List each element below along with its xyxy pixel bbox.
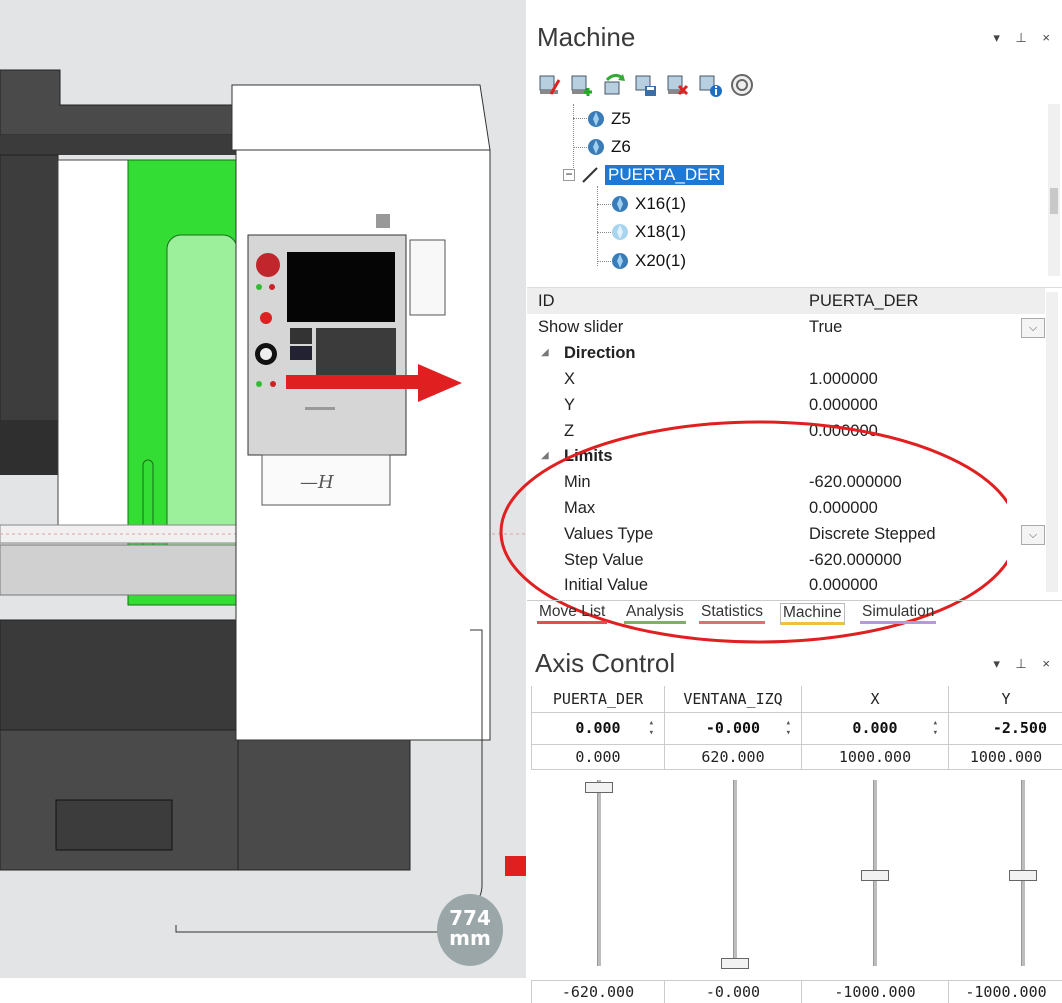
spinner-arrows-icon[interactable]: ▴ ▾ bbox=[933, 718, 938, 738]
axis-value-spinner[interactable]: 0.000 ▴ ▾ bbox=[801, 712, 948, 745]
axis-slider-track[interactable] bbox=[597, 780, 601, 966]
axis-col-header: VENTANA_IZQ bbox=[664, 686, 801, 713]
axis-slider-thumb[interactable] bbox=[1009, 870, 1037, 881]
tree-item-label: Z5 bbox=[611, 109, 631, 128]
axis-control-title: Axis Control bbox=[535, 648, 676, 678]
axis-window-controls[interactable]: ▾ ⊥ × bbox=[993, 656, 1056, 672]
tree-item-z6[interactable]: Z6 bbox=[587, 135, 631, 159]
spinner-arrows-icon[interactable]: ▴ ▾ bbox=[649, 718, 654, 738]
spinner-arrows-icon[interactable]: ▴ ▾ bbox=[786, 718, 791, 738]
tree-scrollbar[interactable] bbox=[1048, 104, 1060, 276]
prop-value: PUERTA_DER bbox=[809, 292, 919, 310]
tab-simulation[interactable]: Simulation bbox=[860, 603, 937, 624]
dimension-badge: 774 mm bbox=[437, 894, 503, 966]
machine-tree[interactable]: Z5 Z6 − PUERTA_DER X16(1) X18(1) X20(1) bbox=[527, 104, 1062, 279]
axis-min-value: -1000.000 bbox=[948, 980, 1062, 1003]
svg-text:—H: —H bbox=[300, 472, 334, 493]
prop-direction-category[interactable]: ◢ Direction bbox=[527, 340, 1045, 366]
machine-3d-viewport[interactable]: —H 774 mm bbox=[0, 0, 526, 999]
axis-value-spinner[interactable]: 0.000 ▴ ▾ bbox=[531, 712, 664, 745]
prop-value: True bbox=[809, 318, 843, 336]
panel-window-controls[interactable]: ▾ ⊥ × bbox=[993, 30, 1056, 46]
axis-max-value: 620.000 bbox=[664, 745, 801, 770]
tree-scrollbar-thumb[interactable] bbox=[1050, 188, 1058, 214]
edit-machine-icon[interactable] bbox=[537, 72, 563, 98]
tab-machine[interactable]: Machine bbox=[780, 603, 845, 625]
tree-item-label: PUERTA_DER bbox=[605, 165, 724, 185]
property-scrollbar[interactable] bbox=[1046, 292, 1058, 592]
axis-icon bbox=[588, 139, 604, 155]
tree-item-x16[interactable]: X16(1) bbox=[611, 192, 686, 216]
tree-item-label: X20(1) bbox=[635, 251, 687, 270]
machine-panel: Machine ▾ ⊥ × Z5 Z6 − PUERTA_DER X16(1) … bbox=[499, 12, 1062, 1003]
tree-item-label: Z6 bbox=[611, 137, 631, 156]
axis-icon bbox=[612, 196, 628, 212]
collapse-toggle-icon[interactable]: − bbox=[563, 168, 575, 181]
machine-toolbar bbox=[537, 72, 755, 102]
prop-label: X bbox=[564, 370, 576, 388]
axis-col-header: PUERTA_DER bbox=[531, 686, 664, 713]
tree-item-x20[interactable]: X20(1) bbox=[611, 249, 686, 273]
tree-item-puerta-der[interactable]: − PUERTA_DER bbox=[563, 163, 724, 187]
axis-min-value: -620.000 bbox=[531, 980, 664, 1003]
axis-icon bbox=[612, 253, 628, 269]
collapse-triangle-icon[interactable]: ◢ bbox=[541, 347, 549, 358]
tab-statistics[interactable]: Statistics bbox=[699, 603, 766, 624]
refresh-icon[interactable] bbox=[601, 72, 627, 98]
axis-col-header: Y bbox=[948, 686, 1062, 713]
prop-show-slider-row[interactable]: Show slider True ⌵ bbox=[527, 314, 1045, 340]
axis-col-header: X bbox=[801, 686, 948, 713]
axis-max-value: 1000.000 bbox=[801, 745, 948, 770]
prop-label: ID bbox=[538, 292, 555, 310]
delete-icon[interactable] bbox=[665, 72, 691, 98]
axis-slider-thumb[interactable] bbox=[861, 870, 889, 881]
axis-slider-thumb[interactable] bbox=[721, 958, 749, 969]
tree-item-z5[interactable]: Z5 bbox=[587, 107, 631, 131]
tree-item-label: X18(1) bbox=[635, 222, 687, 241]
axis-value-spinner[interactable]: -2.500 bbox=[948, 712, 1062, 745]
category-label: Direction bbox=[564, 344, 636, 362]
axis-slider-thumb[interactable] bbox=[585, 782, 613, 793]
tab-analysis[interactable]: Analysis bbox=[624, 603, 686, 624]
axis-max-value: 1000.000 bbox=[948, 745, 1062, 770]
machine-model-render: —H bbox=[0, 0, 526, 999]
prop-id-row[interactable]: ID PUERTA_DER bbox=[527, 288, 1045, 314]
info-icon[interactable] bbox=[697, 72, 723, 98]
prop-value: 1.000000 bbox=[809, 370, 878, 388]
axis-min-value: -0.000 bbox=[664, 980, 801, 1003]
prop-direction-x-row[interactable]: X 1.000000 bbox=[527, 366, 1045, 392]
panel-tab-bar: Move List Analysis Statistics Machine Si… bbox=[527, 600, 1062, 629]
search-icon[interactable] bbox=[729, 72, 755, 98]
axis-value-spinner[interactable]: -0.000 ▴ ▾ bbox=[664, 712, 801, 745]
chevron-down-icon[interactable]: ⌵ bbox=[1021, 318, 1045, 338]
axis-icon-disabled bbox=[612, 224, 628, 240]
save-icon[interactable] bbox=[633, 72, 659, 98]
add-component-icon[interactable] bbox=[569, 72, 595, 98]
chevron-down-icon[interactable]: ⌵ bbox=[1021, 525, 1045, 545]
axis-icon bbox=[588, 111, 604, 127]
axis-min-value: -1000.000 bbox=[801, 980, 948, 1003]
tab-move-list[interactable]: Move List bbox=[537, 603, 608, 624]
tree-item-x18[interactable]: X18(1) bbox=[611, 220, 686, 244]
tree-item-label: X16(1) bbox=[635, 194, 687, 213]
axis-max-value: 0.000 bbox=[531, 745, 664, 770]
linear-axis-icon bbox=[582, 167, 598, 183]
prop-label: Show slider bbox=[538, 318, 624, 336]
panel-title: Machine bbox=[537, 22, 636, 52]
axis-slider-track[interactable] bbox=[733, 780, 737, 966]
